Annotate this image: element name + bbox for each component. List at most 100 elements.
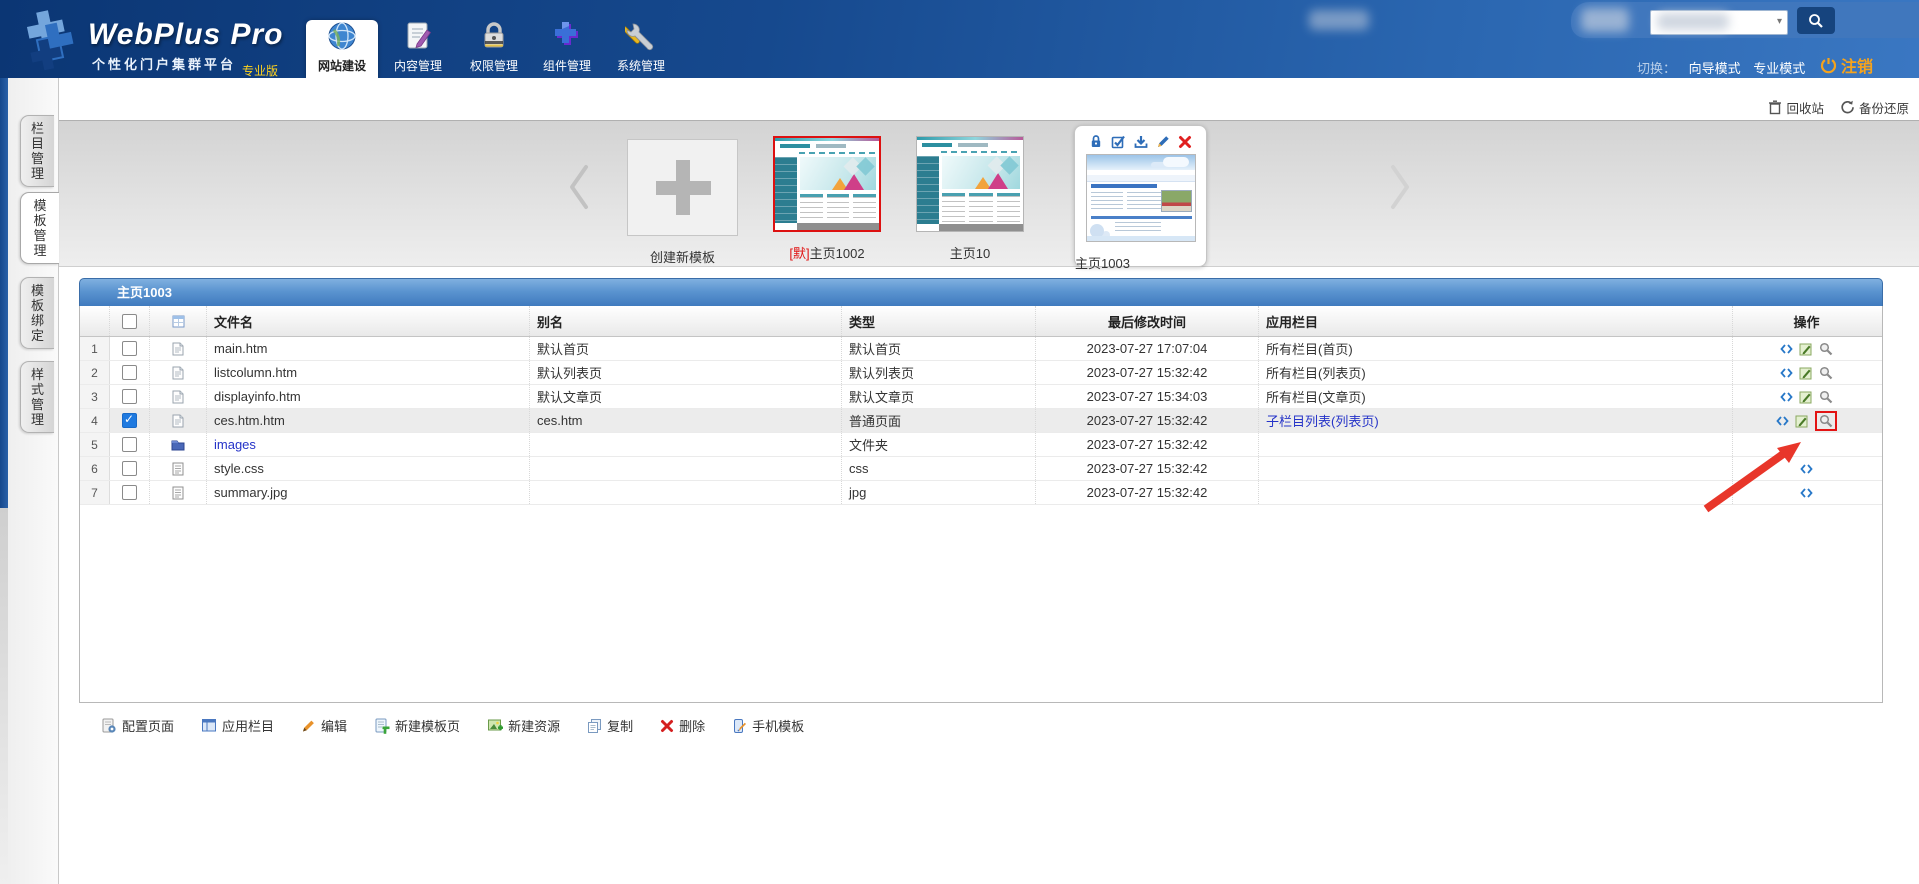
product-subtitle: 个性化门户集群平台 [92, 54, 236, 73]
tools-icon [605, 20, 677, 56]
sidebar-item-template-binding[interactable]: 模板绑定 [20, 277, 54, 349]
mode-professional[interactable]: 专业模式 [1753, 61, 1805, 76]
edit-icon[interactable] [1795, 414, 1809, 428]
applied-column-link[interactable]: 子栏目列表(列表页) [1266, 411, 1379, 430]
row-checkbox[interactable] [122, 461, 137, 476]
preview-magnifier-icon[interactable] [1819, 414, 1833, 428]
row-checkbox[interactable] [122, 389, 137, 404]
product-title: WebPlus Pro [88, 18, 283, 52]
sidebar: 栏目管理 模板管理 模板绑定 样式管理 [0, 78, 58, 884]
recycle-bin-button[interactable]: 回收站 [1768, 98, 1824, 117]
carousel-next-button[interactable] [1387, 163, 1413, 266]
configure-page-button[interactable]: 配置页面 [101, 716, 174, 735]
download-icon[interactable] [1134, 134, 1148, 149]
carousel-prev-button[interactable] [566, 163, 592, 266]
header-select [110, 306, 150, 336]
sidebar-item-style-management[interactable]: 样式管理 [20, 361, 54, 433]
edit-button[interactable]: 编辑 [301, 716, 347, 735]
template-thumbnail-10[interactable] [916, 136, 1024, 232]
template-card-10: 主页10 [916, 136, 1024, 266]
edit-pencil-icon [301, 718, 316, 733]
page-icon [150, 337, 207, 360]
document-icon [382, 20, 454, 56]
new-template-page-icon [374, 718, 390, 734]
new-template-page-button[interactable]: 新建模板页 [374, 716, 460, 735]
delete-x-icon[interactable] [1178, 135, 1192, 149]
tab-system-management[interactable]: 系统管理 [605, 20, 677, 74]
code-icon[interactable] [1780, 391, 1793, 403]
sidebar-item-template-management[interactable]: 模板管理 [20, 192, 59, 264]
create-template-label: 创建新模板 [627, 247, 738, 266]
header-type: 类型 [842, 306, 1036, 336]
sidebar-item-column-management[interactable]: 栏目管理 [20, 115, 54, 187]
redacted-text [1309, 10, 1369, 30]
file-table: 文件名 别名 类型 最后修改时间 应用栏目 操作 1 main.htm 默认首页… [79, 306, 1883, 703]
select-all-checkbox[interactable] [122, 314, 137, 329]
tab-site-building[interactable]: 网站建设 [306, 20, 378, 78]
template-thumbnail-1003[interactable] [1086, 154, 1196, 242]
edition-badge: 专业版 [242, 62, 278, 79]
panel-title: 主页1003 [79, 278, 1883, 306]
table-row: 3 displayinfo.htm 默认文章页 默认文章页 2023-07-27… [80, 385, 1882, 409]
preview-magnifier-icon[interactable] [1819, 390, 1833, 404]
new-resource-button[interactable]: 新建资源 [487, 716, 560, 735]
page-icon [150, 361, 207, 384]
code-icon[interactable] [1800, 487, 1813, 499]
mode-wizard[interactable]: 向导模式 [1689, 61, 1741, 76]
file-table-panel: 主页1003 文件名 别名 类型 最后修改时间 应用栏目 操作 1 ma [79, 278, 1883, 703]
delete-button[interactable]: 删除 [660, 716, 705, 735]
webplus-logo-icon [14, 4, 90, 74]
logout-button[interactable]: 注销 [1820, 53, 1873, 77]
table-header-row: 文件名 别名 类型 最后修改时间 应用栏目 操作 [80, 306, 1882, 337]
delete-icon [660, 719, 674, 733]
component-icon [531, 20, 603, 56]
header-applied: 应用栏目 [1259, 306, 1733, 336]
header-modified: 最后修改时间 [1036, 306, 1259, 336]
table-row-selected: 4 ces.htm.htm ces.htm 普通页面 2023-07-27 15… [80, 409, 1882, 433]
redacted-text [1581, 8, 1629, 32]
edit-icon[interactable] [1799, 342, 1813, 356]
create-template-button[interactable] [627, 139, 738, 236]
folder-link[interactable]: images [214, 437, 256, 452]
template-label: [默]主页1002 [773, 243, 881, 262]
search-button[interactable] [1797, 7, 1835, 34]
row-checkbox[interactable] [122, 365, 137, 380]
tab-component-management[interactable]: 组件管理 [531, 20, 603, 74]
row-checkbox[interactable] [122, 341, 137, 356]
annotation-highlight-box [1815, 411, 1837, 431]
preview-magnifier-icon[interactable] [1819, 366, 1833, 380]
code-icon[interactable] [1776, 415, 1789, 427]
set-default-check-icon[interactable] [1111, 134, 1126, 149]
apply-column-button[interactable]: 应用栏目 [201, 716, 274, 735]
preview-magnifier-icon[interactable] [1819, 342, 1833, 356]
page-icon [150, 409, 207, 432]
code-icon[interactable] [1780, 367, 1793, 379]
lock-icon[interactable] [1089, 134, 1103, 149]
template-card-1003-selected: 主页1003 [1074, 125, 1207, 267]
sidebar-accent-strip [0, 78, 8, 508]
chevron-down-icon: ▾ [1777, 16, 1782, 27]
copy-button[interactable]: 复制 [587, 716, 633, 735]
table-row: 2 listcolumn.htm 默认列表页 默认列表页 2023-07-27 … [80, 361, 1882, 385]
row-checkbox[interactable] [122, 485, 137, 500]
copy-icon [587, 718, 602, 733]
redacted-text [1657, 13, 1729, 30]
template-carousel: 创建新模板 [默]主页1002 主页10 [59, 120, 1919, 267]
list-file-icon [150, 457, 207, 480]
edit-pencil-icon[interactable] [1156, 134, 1170, 149]
edit-icon[interactable] [1799, 390, 1813, 404]
code-icon[interactable] [1800, 463, 1813, 475]
backup-restore-button[interactable]: 备份还原 [1840, 98, 1909, 117]
tab-permission-management[interactable]: 权限管理 [458, 20, 530, 74]
mobile-template-button[interactable]: 手机模板 [732, 716, 804, 735]
row-checkbox[interactable] [122, 437, 137, 452]
code-icon[interactable] [1780, 343, 1793, 355]
template-thumbnail-1002[interactable] [773, 136, 881, 232]
template-card-toolbar [1075, 133, 1206, 150]
edit-icon[interactable] [1799, 366, 1813, 380]
page-tools: 回收站 备份还原 [1768, 98, 1909, 117]
search-scope-select[interactable]: ▾ [1650, 10, 1788, 35]
row-checkbox-checked[interactable] [122, 413, 137, 428]
mode-switch: 切换： 向导模式 专业模式 [1637, 58, 1805, 77]
tab-content-management[interactable]: 内容管理 [382, 20, 454, 74]
